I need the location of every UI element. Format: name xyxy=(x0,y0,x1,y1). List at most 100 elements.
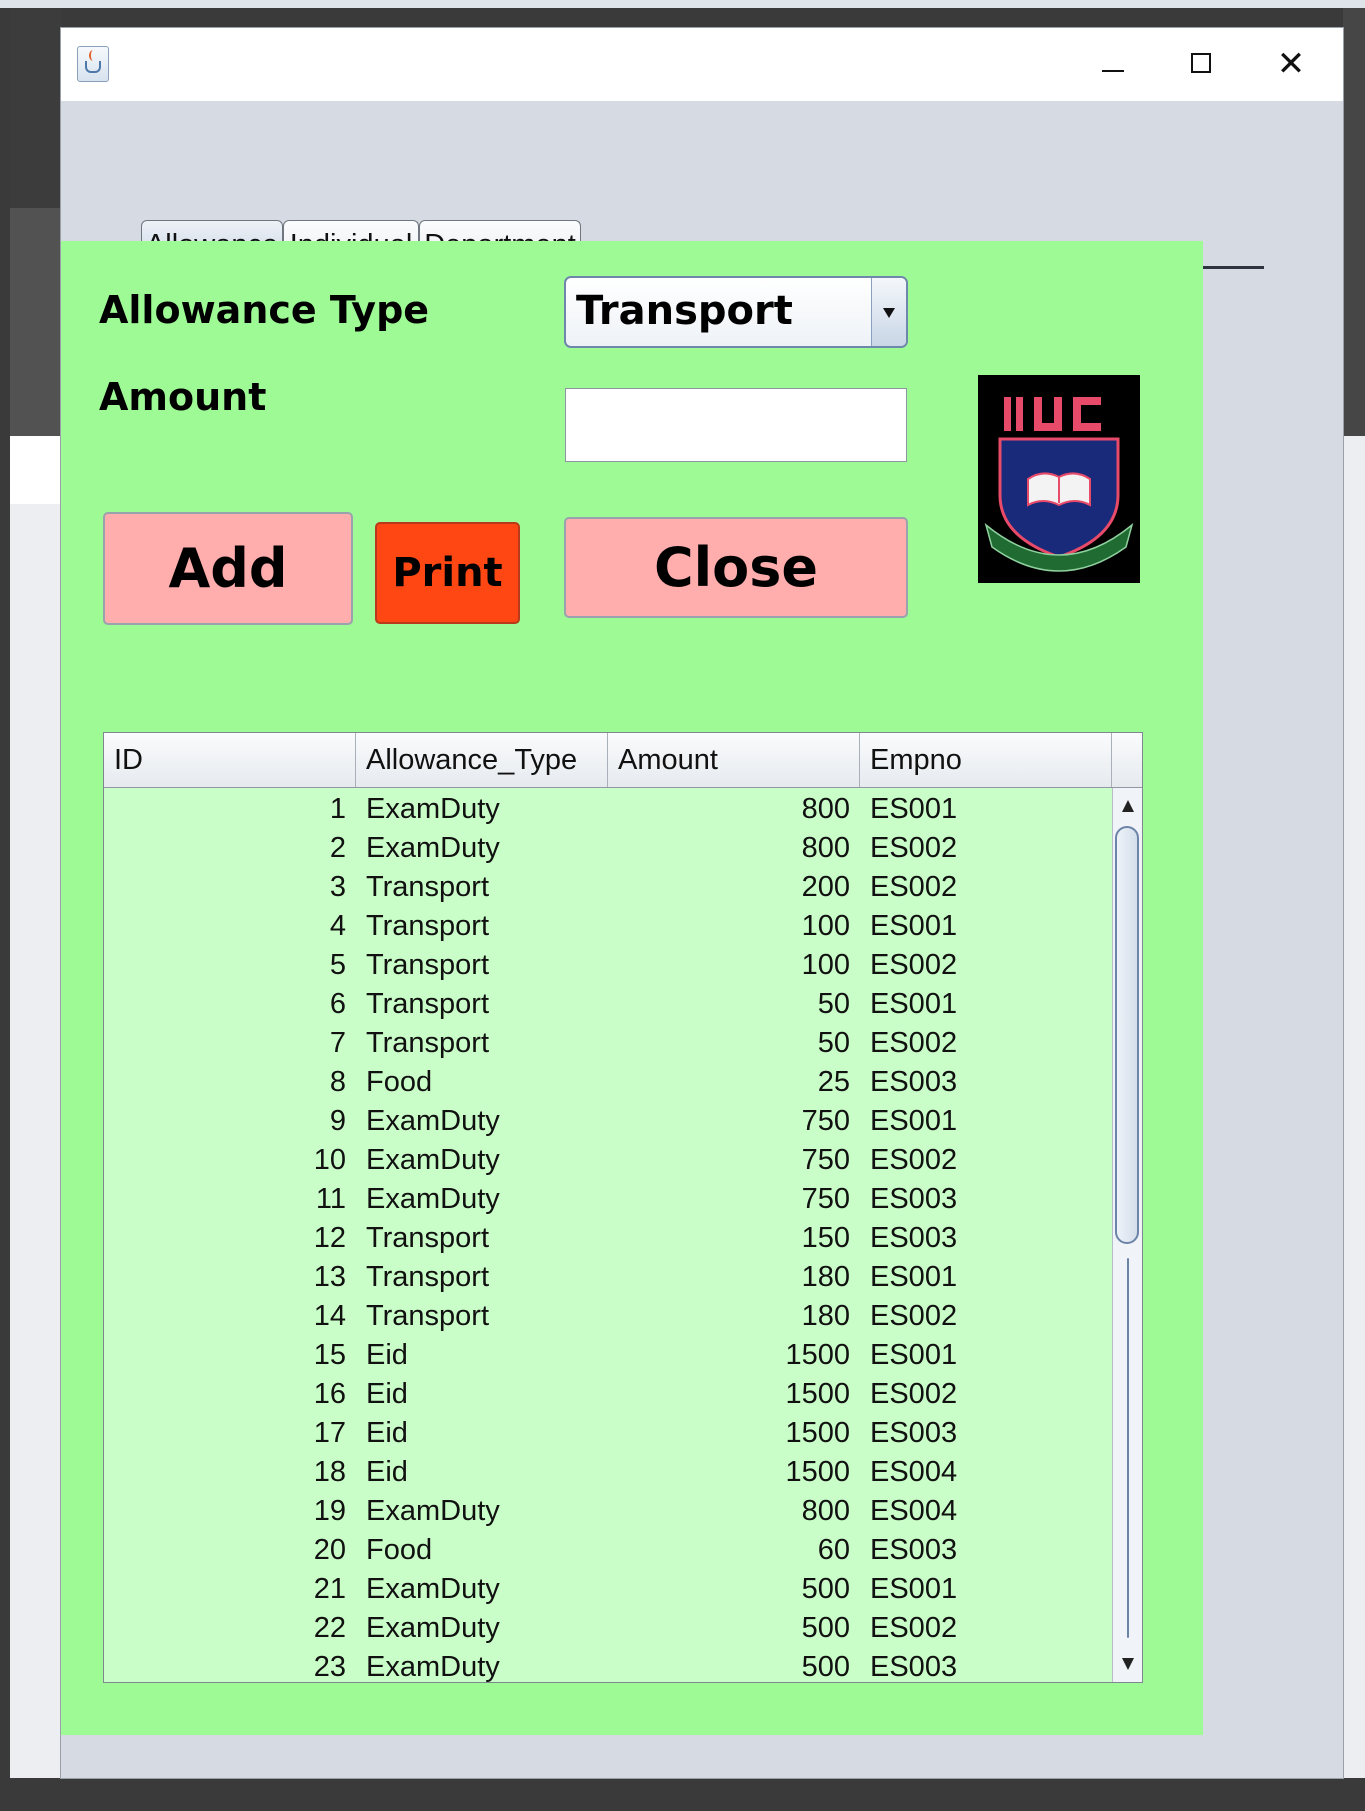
cell-allowance-type: Transport xyxy=(366,949,490,981)
table-row[interactable]: 9 ExamDuty 750 ES001 xyxy=(104,1102,1112,1141)
table-row[interactable]: 1 ExamDuty 800 ES001 xyxy=(104,790,1112,829)
cell-amount: 200 xyxy=(801,871,850,903)
cell-amount: 25 xyxy=(817,1066,850,1098)
dropdown-button[interactable] xyxy=(871,278,906,346)
cell-empno: ES003 xyxy=(870,1066,958,1098)
cell-id: 19 xyxy=(313,1495,346,1527)
cell-amount: 100 xyxy=(801,949,850,981)
amount-input[interactable] xyxy=(565,388,907,462)
cell-allowance-type: Transport xyxy=(366,1300,490,1332)
column-header-amount[interactable]: Amount xyxy=(608,733,860,787)
scroll-down-button[interactable] xyxy=(1113,1650,1142,1680)
arrow-up-icon xyxy=(1122,800,1134,812)
vertical-scrollbar[interactable] xyxy=(1112,788,1142,1682)
table-row[interactable]: 15 Eid 1500 ES001 xyxy=(104,1336,1112,1375)
cell-empno: ES001 xyxy=(870,988,958,1020)
amount-label: Amount xyxy=(99,375,267,419)
table-row[interactable]: 2 ExamDuty 800 ES002 xyxy=(104,829,1112,868)
scroll-track[interactable] xyxy=(1127,1258,1129,1638)
java-cup-icon[interactable] xyxy=(77,46,109,82)
cell-amount: 500 xyxy=(801,1573,850,1605)
cell-empno: ES004 xyxy=(870,1456,958,1488)
cell-amount: 800 xyxy=(801,832,850,864)
cell-allowance-type: Transport xyxy=(366,1027,490,1059)
cell-empno: ES003 xyxy=(870,1534,958,1566)
cell-empno: ES002 xyxy=(870,871,958,903)
cell-amount: 1500 xyxy=(785,1456,850,1488)
close-icon: ✕ xyxy=(1276,45,1306,83)
column-header-empno[interactable]: Empno xyxy=(860,733,1112,787)
cell-empno: ES001 xyxy=(870,1105,958,1137)
column-header-allowance-type[interactable]: Allowance_Type xyxy=(356,733,608,787)
table-row[interactable]: 18 Eid 1500 ES004 xyxy=(104,1453,1112,1492)
cell-id: 15 xyxy=(313,1339,346,1371)
cell-empno: ES004 xyxy=(870,1495,958,1527)
cell-id: 17 xyxy=(313,1417,346,1449)
cell-empno: ES002 xyxy=(870,1027,958,1059)
minimize-button[interactable] xyxy=(1085,42,1141,86)
table-row[interactable]: 17 Eid 1500 ES003 xyxy=(104,1414,1112,1453)
table-row[interactable]: 12 Transport 150 ES003 xyxy=(104,1219,1112,1258)
cell-id: 2 xyxy=(329,832,346,864)
table-row[interactable]: 13 Transport 180 ES001 xyxy=(104,1258,1112,1297)
cell-allowance-type: ExamDuty xyxy=(366,1612,500,1644)
table-row[interactable]: 20 Food 60 ES003 xyxy=(104,1531,1112,1570)
cell-id: 13 xyxy=(313,1261,346,1293)
cell-id: 3 xyxy=(329,871,346,903)
cell-id: 22 xyxy=(313,1612,346,1644)
table-row[interactable]: 8 Food 25 ES003 xyxy=(104,1063,1112,1102)
cell-id: 20 xyxy=(313,1534,346,1566)
cell-allowance-type: Eid xyxy=(366,1339,408,1371)
table-row[interactable]: 3 Transport 200 ES002 xyxy=(104,868,1112,907)
cell-empno: ES002 xyxy=(870,832,958,864)
cell-empno: ES002 xyxy=(870,1378,958,1410)
cell-empno: ES002 xyxy=(870,949,958,981)
table-row[interactable]: 23 ExamDuty 500 ES003 xyxy=(104,1648,1112,1682)
table-row[interactable]: 22 ExamDuty 500 ES002 xyxy=(104,1609,1112,1648)
allowance-type-select[interactable]: Transport xyxy=(564,276,908,348)
allowance-type-selected-value: Transport xyxy=(576,288,793,334)
cell-amount: 180 xyxy=(801,1300,850,1332)
cell-amount: 500 xyxy=(801,1612,850,1644)
scroll-up-button[interactable] xyxy=(1113,790,1142,820)
table-row[interactable]: 4 Transport 100 ES001 xyxy=(104,907,1112,946)
column-header-id[interactable]: ID xyxy=(104,733,356,787)
print-button[interactable]: Print xyxy=(375,522,520,624)
cell-empno: ES001 xyxy=(870,1339,958,1371)
cell-allowance-type: Eid xyxy=(366,1378,408,1410)
cell-id: 23 xyxy=(313,1651,346,1682)
minimize-icon xyxy=(1102,70,1124,72)
cell-id: 18 xyxy=(313,1456,346,1488)
cell-id: 1 xyxy=(329,793,346,825)
table-row[interactable]: 5 Transport 100 ES002 xyxy=(104,946,1112,985)
cell-id: 12 xyxy=(313,1222,346,1254)
background-panel-dark xyxy=(10,8,62,208)
cell-amount: 150 xyxy=(801,1222,850,1254)
table-row[interactable]: 7 Transport 50 ES002 xyxy=(104,1024,1112,1063)
title-bar: ✕ xyxy=(61,28,1343,101)
window-close-button[interactable]: ✕ xyxy=(1263,42,1319,86)
table-row[interactable]: 14 Transport 180 ES002 xyxy=(104,1297,1112,1336)
cell-id: 5 xyxy=(329,949,346,981)
cell-allowance-type: Transport xyxy=(366,1261,490,1293)
table-row[interactable]: 16 Eid 1500 ES002 xyxy=(104,1375,1112,1414)
table-row[interactable]: 10 ExamDuty 750 ES002 xyxy=(104,1141,1112,1180)
cell-amount: 1500 xyxy=(785,1417,850,1449)
desktop-top-strip xyxy=(0,0,1365,8)
cell-allowance-type: ExamDuty xyxy=(366,1573,500,1605)
maximize-button[interactable] xyxy=(1173,42,1229,86)
scroll-thumb[interactable] xyxy=(1115,826,1139,1244)
table-row[interactable]: 6 Transport 50 ES001 xyxy=(104,985,1112,1024)
table-row[interactable]: 11 ExamDuty 750 ES003 xyxy=(104,1180,1112,1219)
close-button[interactable]: Close xyxy=(564,517,908,618)
cell-amount: 60 xyxy=(817,1534,850,1566)
cell-allowance-type: Eid xyxy=(366,1456,408,1488)
cell-id: 14 xyxy=(313,1300,346,1332)
cell-empno: ES001 xyxy=(870,1573,958,1605)
background-bottom xyxy=(10,1778,1365,1811)
cell-empno: ES003 xyxy=(870,1417,958,1449)
add-button[interactable]: Add xyxy=(103,512,353,625)
table-row[interactable]: 21 ExamDuty 500 ES001 xyxy=(104,1570,1112,1609)
cell-amount: 180 xyxy=(801,1261,850,1293)
table-row[interactable]: 19 ExamDuty 800 ES004 xyxy=(104,1492,1112,1531)
